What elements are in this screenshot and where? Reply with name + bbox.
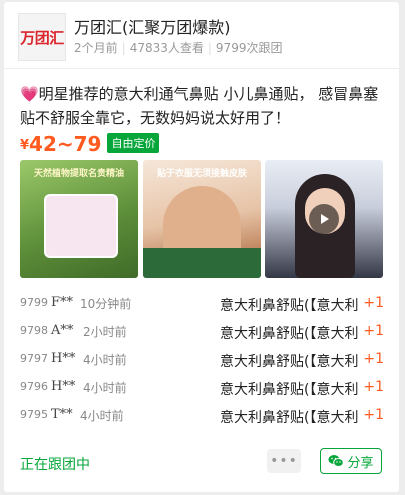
order-count: +1	[363, 379, 384, 395]
more-icon: •••	[270, 453, 298, 469]
order-time: 10分钟前	[80, 297, 132, 311]
more-options-button[interactable]: •••	[267, 449, 301, 473]
share-button[interactable]: 分享	[320, 448, 382, 474]
child-shirt	[143, 248, 261, 278]
buyer-name: H**	[51, 351, 76, 366]
order-count: +1	[363, 323, 384, 339]
order-count: +1	[363, 407, 384, 423]
order-time: 2小时前	[83, 325, 127, 339]
image-banner: 贴于衣服无须接触皮肤	[156, 169, 247, 179]
order-number: 9798	[20, 324, 48, 337]
group-header[interactable]: 万团汇 万团汇(汇聚万团爆款) 2个月前 | 47833人查看 | 9799次跟团	[4, 2, 399, 69]
order-row: 9799 F** 10分钟前 意大利鼻舒贴(【意大利 +1	[20, 294, 384, 314]
divider: |	[207, 41, 212, 55]
child-image[interactable]: 贴于衣服无须接触皮肤	[143, 160, 261, 278]
wechat-icon	[328, 455, 345, 467]
nasal-patch-box	[46, 196, 116, 256]
order-row: 9797 H** 4小时前 意大利鼻舒贴(【意大利 +1	[20, 350, 384, 370]
group-meta: 2个月前 | 47833人查看 | 9799次跟团	[74, 39, 282, 56]
group-logo: 万团汇	[18, 13, 66, 61]
product-name: 意大利鼻舒贴(【意大利	[220, 382, 359, 398]
group-post-card: 万团汇 万团汇(汇聚万团爆款) 2个月前 | 47833人查看 | 9799次跟团 💗明…	[4, 2, 399, 492]
play-icon[interactable]	[309, 204, 339, 234]
product-image[interactable]: 天然植物提取名贵精油	[20, 160, 138, 278]
divider: |	[121, 41, 126, 55]
image-banner: 天然植物提取名贵精油	[33, 169, 124, 179]
order-count: +1	[363, 351, 384, 367]
product-name: 意大利鼻舒贴(【意大利	[220, 410, 359, 426]
posted-time: 2个月前	[74, 41, 118, 55]
order-number: 9797	[20, 352, 48, 365]
order-row: 9798 A** 2小时前 意大利鼻舒贴(【意大利 +1	[20, 322, 384, 342]
order-count: +1	[363, 295, 384, 311]
order-row: 9795 T** 4小时前 意大利鼻舒贴(【意大利 +1	[20, 406, 384, 426]
price-block: ¥ 42~79 自由定价	[20, 132, 160, 156]
group-title[interactable]: 万团汇(汇聚万团爆款)	[74, 14, 231, 38]
order-time: 4小时前	[83, 353, 127, 367]
order-number: 9799	[20, 296, 48, 309]
share-label: 分享	[347, 455, 374, 471]
buyer-name: F**	[51, 295, 74, 310]
product-name: 意大利鼻舒贴(【意大利	[220, 326, 359, 342]
buyer-name: T**	[51, 407, 73, 422]
currency-symbol: ¥	[20, 138, 30, 153]
follower-count: 9799次跟团	[215, 41, 283, 55]
order-number: 9795	[20, 408, 48, 421]
product-name: 意大利鼻舒贴(【意大利	[220, 354, 359, 370]
view-count: 47833人查看	[129, 41, 204, 55]
product-name: 意大利鼻舒贴(【意大利	[220, 298, 359, 314]
buyer-name: H**	[51, 379, 76, 394]
order-time: 4小时前	[83, 381, 127, 395]
video-thumbnail[interactable]	[265, 160, 383, 278]
price-tag: 自由定价	[107, 133, 160, 153]
order-row: 9796 H** 4小时前 意大利鼻舒贴(【意大利 +1	[20, 378, 384, 398]
group-status: 正在跟团中	[20, 457, 90, 473]
price-range: 42~79	[29, 132, 102, 156]
order-number: 9796	[20, 380, 48, 393]
order-time: 4小时前	[80, 409, 124, 423]
post-description: 💗明星推荐的意大利通气鼻贴 小儿鼻通贴， 感冒鼻塞贴不舒服全靠它，无数妈妈说太好…	[20, 85, 379, 127]
card-footer: 正在跟团中 ••• 分享	[4, 442, 399, 482]
buyer-name: A**	[51, 323, 74, 338]
